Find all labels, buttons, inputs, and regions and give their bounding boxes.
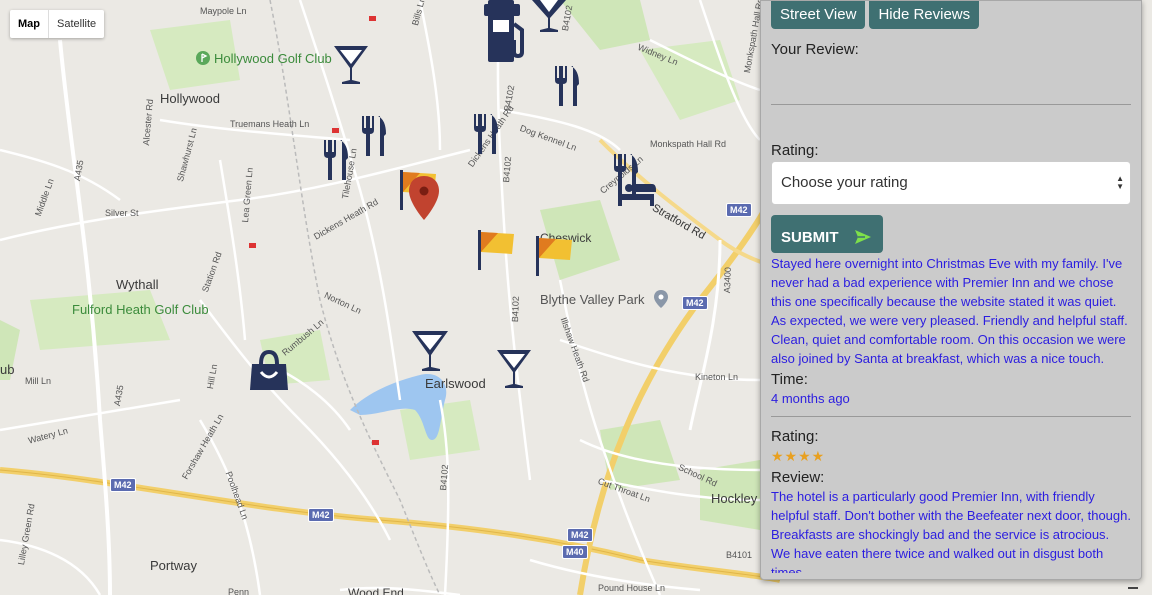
town-label-wythall: Wythall xyxy=(116,277,159,292)
review-text: Stayed here overnight into Christmas Eve… xyxy=(771,256,1128,366)
time-label: Time: xyxy=(771,371,808,388)
bar-marker-icon[interactable] xyxy=(410,329,450,373)
poi-label: Hollywood Golf Club xyxy=(214,51,332,66)
town-label-hockley: Hockley xyxy=(711,491,758,506)
petrol-station-marker-icon[interactable] xyxy=(484,0,528,64)
bar-marker-icon[interactable] xyxy=(332,44,370,86)
restaurant-marker-icon[interactable] xyxy=(553,66,581,108)
motorway-shield: M42 xyxy=(567,528,593,542)
flag-marker-icon[interactable] xyxy=(476,230,518,270)
lodging-marker-icon[interactable] xyxy=(616,170,660,208)
divider xyxy=(771,416,1131,417)
rating-label: Rating: xyxy=(771,428,819,445)
road-label: Pound House Ln xyxy=(598,583,666,593)
star-rating: ★★★★ xyxy=(771,448,826,464)
rating-label: Rating: xyxy=(771,142,819,159)
motorway-shield: M42 xyxy=(726,203,752,217)
location-pin-icon[interactable] xyxy=(409,176,439,222)
motorway-shield: M40 xyxy=(562,545,588,559)
town-label-ub: ub xyxy=(0,362,15,377)
scroll-indicator xyxy=(1128,587,1138,589)
town-label-earlswood: Earlswood xyxy=(425,376,486,391)
review-label: Review: xyxy=(771,469,825,486)
golf-icon xyxy=(196,51,210,65)
reviews-list[interactable]: Stayed here overnight into Christmas Eve… xyxy=(761,253,1141,573)
restaurant-marker-icon[interactable] xyxy=(322,140,350,182)
poi-fulford-heath-golf-club: Fulford Heath Golf Club xyxy=(72,302,209,317)
road-label: B4101 xyxy=(726,550,753,560)
select-arrows-icon: ▲ ▼ xyxy=(1116,174,1124,191)
bar-marker-icon[interactable] xyxy=(530,0,568,34)
restaurant-marker-icon[interactable] xyxy=(472,114,500,156)
location-icon xyxy=(654,290,669,308)
road-label: Truemans Heath Ln xyxy=(230,119,310,129)
bar-marker-icon[interactable] xyxy=(495,348,533,390)
map-view-button[interactable]: Map xyxy=(10,10,49,38)
your-review-label: Your Review: xyxy=(771,41,859,58)
motorway-shield: M42 xyxy=(308,508,334,522)
restaurant-marker-icon[interactable] xyxy=(360,116,388,158)
road-label: B4102 xyxy=(510,295,521,323)
review-text: The hotel is a particularly good Premier… xyxy=(771,489,1131,573)
satellite-view-button[interactable]: Satellite xyxy=(49,10,104,38)
send-arrow-icon xyxy=(855,230,871,244)
poi-hollywood-golf-club: Hollywood Golf Club xyxy=(196,51,332,66)
town-label-portway: Portway xyxy=(150,558,197,573)
rating-select-value: Choose your rating xyxy=(781,174,908,191)
road-label: Monkspath Hall Rd xyxy=(650,139,727,149)
poi-blythe-valley-park: Blythe Valley Park xyxy=(540,290,669,308)
road-label: Kineton Ln xyxy=(695,372,739,382)
shopping-bag-marker-icon[interactable] xyxy=(248,350,290,392)
your-review-input[interactable] xyxy=(771,69,1131,105)
submit-label: SUBMIT xyxy=(781,229,839,246)
road-label: Mill Ln xyxy=(25,376,52,386)
motorway-shield: M42 xyxy=(682,296,708,310)
panel-button-row: Street View Hide Reviews xyxy=(771,1,980,29)
review-time: 4 months ago xyxy=(771,391,850,406)
map-type-control: Map Satellite xyxy=(10,10,105,38)
hide-reviews-button[interactable]: Hide Reviews xyxy=(869,1,980,29)
road-label: Silver St xyxy=(105,208,139,218)
street-view-button[interactable]: Street View xyxy=(771,1,866,29)
town-label-hollywood: Hollywood xyxy=(160,91,220,106)
flag-marker-icon[interactable] xyxy=(534,236,582,276)
road-label: Maypole Ln xyxy=(200,6,247,16)
place-info-panel: Street View Hide Reviews Your Review: Ra… xyxy=(760,0,1142,580)
submit-button[interactable]: SUBMIT xyxy=(771,215,883,253)
poi-label: Blythe Valley Park xyxy=(540,292,645,307)
town-label-wood-end: Wood End xyxy=(348,586,404,595)
road-label: Penn xyxy=(228,587,250,595)
motorway-shield: M42 xyxy=(110,478,136,492)
rating-select[interactable]: Choose your rating ▲ ▼ xyxy=(771,161,1131,205)
road-label: A3400 xyxy=(722,266,733,294)
